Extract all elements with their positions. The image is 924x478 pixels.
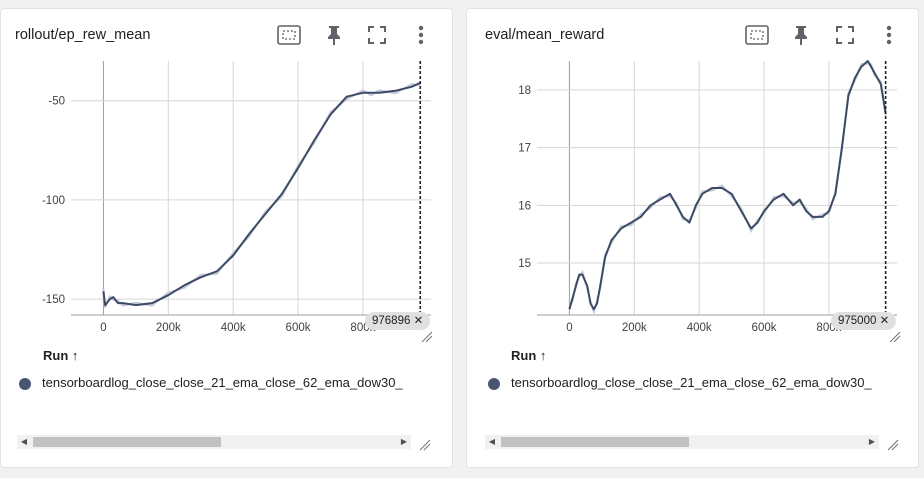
line-chart[interactable]: 0 200k 400k 600k 800k18171615: [467, 9, 920, 349]
scroll-right-arrow-icon[interactable]: ▶: [397, 435, 411, 449]
x-tick-label: 200k: [622, 322, 647, 334]
y-tick-label: 16: [518, 200, 531, 212]
chart-card-mean-reward: eval/mean_reward 0 200k 400k 600k 800k 18 17 16…: [466, 8, 919, 468]
run-color-dot[interactable]: [19, 378, 31, 390]
close-icon[interactable]: ✕: [414, 315, 424, 327]
run-name: tensorboardlog_close_close_21_ema_close_…: [511, 375, 872, 390]
resize-handle-icon[interactable]: [419, 329, 433, 343]
resize-handle-icon[interactable]: [885, 437, 899, 451]
step-badge-label: 976896: [372, 315, 411, 327]
run-color-dot[interactable]: [488, 378, 500, 390]
step-badge[interactable]: 976896 ✕: [365, 312, 431, 330]
x-tick-label: 0: [566, 322, 572, 334]
scroll-left-arrow-icon[interactable]: ◀: [485, 435, 499, 449]
resize-handle-icon[interactable]: [417, 437, 431, 451]
scroll-right-arrow-icon[interactable]: ▶: [865, 435, 879, 449]
x-tick-label: 400k: [221, 322, 246, 334]
plot-area: 0 200k 400k 600k 800k-50-100-150: [42, 61, 431, 334]
y-tick-label: -150: [42, 294, 65, 306]
y-tick-label: 15: [518, 258, 531, 270]
close-icon[interactable]: ✕: [880, 315, 890, 327]
run-row[interactable]: tensorboardlog_close_close_21_ema_close_…: [19, 375, 439, 393]
sort-arrow-icon: ↑: [71, 348, 79, 363]
scroll-left-arrow-icon[interactable]: ◀: [17, 435, 31, 449]
step-badge-label: 975000: [838, 315, 877, 327]
run-name: tensorboardlog_close_close_21_ema_close_…: [42, 375, 403, 390]
run-column-header[interactable]: Run ↑: [43, 348, 78, 363]
x-tick-label: 600k: [752, 322, 777, 334]
raw-series-line: [102, 83, 421, 308]
chart-card-ep-rew-mean: rollout/ep_rew_mean 0 200k 400k 600k 800k -50…: [0, 8, 453, 468]
horizontal-scrollbar[interactable]: ◀ ▶: [485, 435, 879, 449]
line-chart[interactable]: 0 200k 400k 600k 800k-50-100-150: [1, 9, 454, 349]
horizontal-scrollbar[interactable]: ◀ ▶: [17, 435, 411, 449]
x-tick-label: 400k: [687, 322, 712, 334]
sort-arrow-icon: ↑: [539, 348, 547, 363]
run-row[interactable]: tensorboardlog_close_close_21_ema_close_…: [488, 375, 908, 393]
series-line[interactable]: [568, 60, 887, 311]
resize-handle-icon[interactable]: [887, 329, 901, 343]
raw-series-line: [568, 62, 887, 315]
series-line[interactable]: [102, 81, 421, 307]
x-tick-label: 200k: [156, 322, 181, 334]
run-column-header[interactable]: Run ↑: [511, 348, 546, 363]
x-tick-label: 600k: [286, 322, 311, 334]
y-tick-label: 18: [518, 85, 531, 97]
x-tick-label: 0: [100, 322, 106, 334]
run-header-label: Run: [43, 348, 69, 363]
scrollbar-thumb[interactable]: [501, 437, 689, 447]
plot-area: 0 200k 400k 600k 800k18171615: [518, 60, 897, 334]
scrollbar-thumb[interactable]: [33, 437, 221, 447]
y-tick-label: -100: [42, 195, 65, 207]
y-tick-label: 17: [518, 143, 531, 155]
run-header-label: Run: [511, 348, 537, 363]
y-tick-label: -50: [48, 96, 65, 108]
step-badge[interactable]: 975000 ✕: [831, 312, 897, 330]
